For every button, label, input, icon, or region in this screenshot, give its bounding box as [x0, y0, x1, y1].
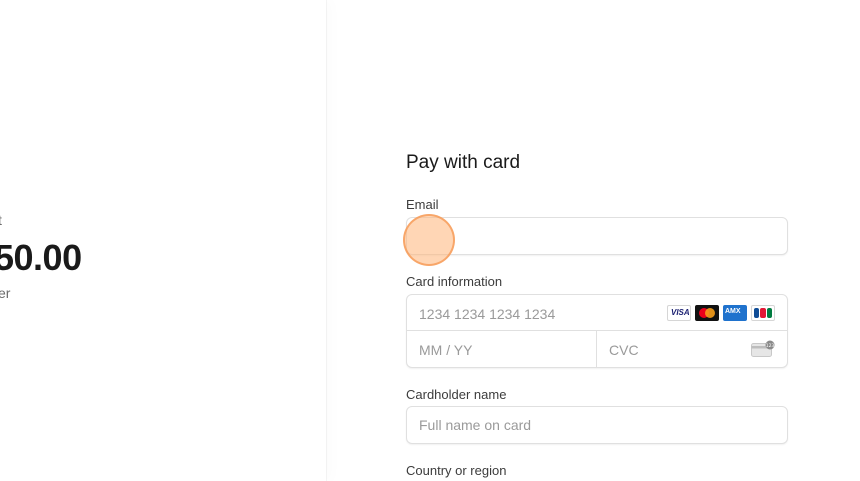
card-information-group: 1234 1234 1234 1234 VISA AMX MM / YY CVC… — [406, 294, 788, 368]
cardholder-placeholder: Full name on card — [419, 417, 532, 433]
cvc-placeholder: CVC — [609, 342, 639, 358]
card-number-placeholder: 1234 1234 1234 1234 — [419, 306, 556, 322]
amount-label: t — [0, 212, 2, 228]
email-field[interactable] — [406, 217, 788, 255]
order-summary-pane: t 50.00 er — [0, 0, 326, 481]
email-label: Email — [406, 197, 439, 212]
total-amount: 50.00 — [0, 237, 82, 278]
visa-icon: VISA — [667, 305, 691, 321]
mastercard-icon — [695, 305, 719, 321]
amount-subtext: er — [0, 285, 11, 301]
cursor-indicator — [403, 214, 455, 266]
card-number-field[interactable]: 1234 1234 1234 1234 VISA AMX — [407, 295, 787, 330]
expiry-field[interactable]: MM / YY — [407, 331, 596, 367]
country-label: Country or region — [406, 463, 507, 478]
cvc-card-icon: 123 — [751, 340, 775, 357]
jcb-icon — [751, 305, 775, 321]
cardholder-label: Cardholder name — [406, 387, 507, 402]
amex-icon: AMX — [723, 305, 747, 321]
card-brands: VISA AMX — [667, 305, 775, 321]
svg-text:123: 123 — [766, 343, 775, 349]
card-information-label: Card information — [406, 274, 503, 289]
page-title: Pay with card — [406, 152, 521, 173]
cardholder-name-input[interactable]: Full name on card — [406, 406, 788, 444]
cvc-field[interactable]: CVC 123 — [597, 331, 787, 367]
expiry-placeholder: MM / YY — [419, 342, 473, 358]
